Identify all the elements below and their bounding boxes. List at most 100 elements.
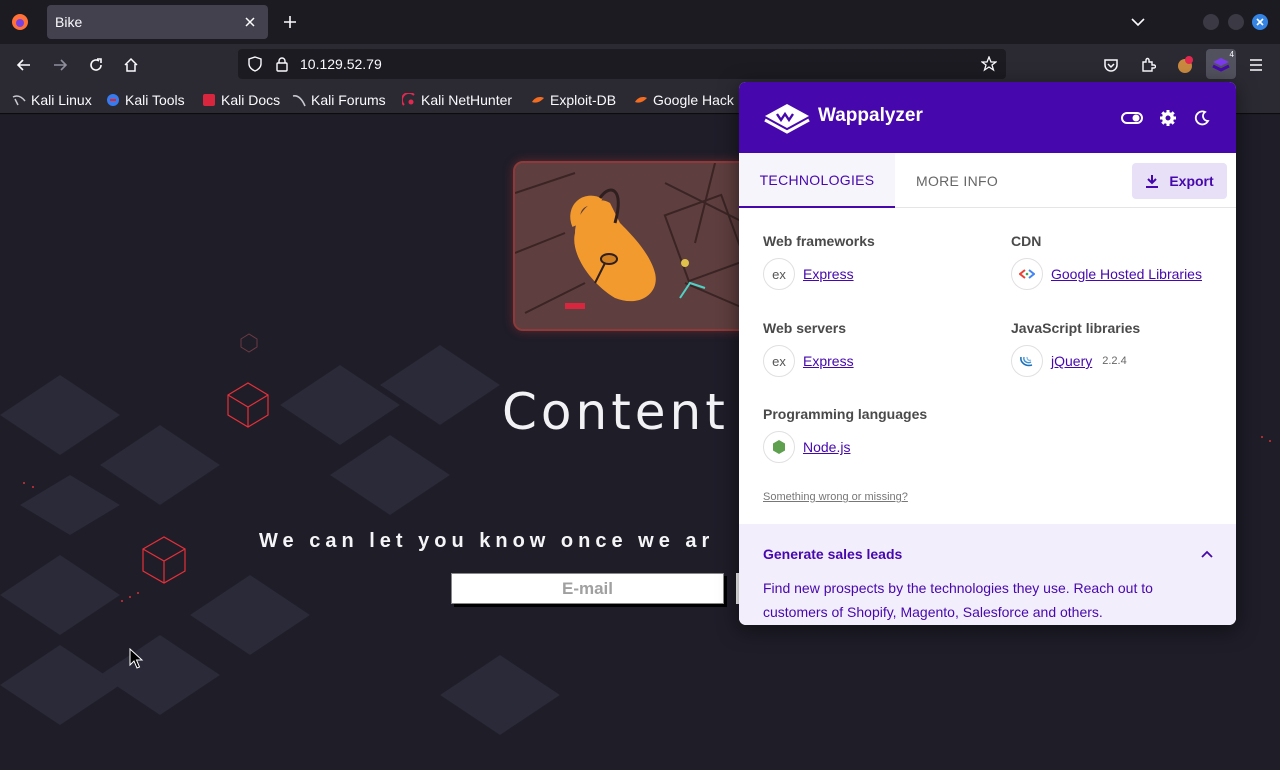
wappalyzer-popup: Wappalyzer TECHNOLOGIES MORE INFO Export…: [739, 82, 1236, 625]
cube-red-small: [240, 333, 258, 353]
export-button[interactable]: Export: [1132, 163, 1227, 199]
extensions-button[interactable]: [1135, 53, 1161, 77]
express-icon: ex: [763, 258, 795, 290]
tab-strip: Bike: [0, 0, 1280, 44]
url-text[interactable]: 10.129.52.79: [300, 56, 382, 72]
bookmark-label: Kali NetHunter: [421, 92, 513, 108]
home-button[interactable]: [118, 53, 144, 77]
tech-name[interactable]: Node.js: [803, 439, 850, 455]
email-input[interactable]: E-mail: [451, 573, 724, 604]
close-tab-icon[interactable]: [240, 12, 260, 32]
wappalyzer-icon: [1212, 58, 1230, 72]
tab-title: Bike: [55, 14, 83, 30]
kali-dragon-icon: [12, 93, 26, 107]
tech-name[interactable]: Express: [803, 266, 854, 282]
kali-forums-icon: [292, 93, 306, 107]
lock-icon[interactable]: [275, 56, 289, 72]
leads-title[interactable]: Generate sales leads: [763, 546, 902, 562]
arrow-left-icon: [16, 59, 30, 71]
dark-mode-moon-icon[interactable]: [1191, 107, 1213, 129]
close-window-button[interactable]: [1252, 14, 1268, 30]
category-programming-languages: Programming languages: [763, 406, 928, 422]
chevron-down-icon: [1131, 18, 1145, 27]
bookmark-exploit-db[interactable]: Exploit-DB: [531, 91, 616, 109]
minimize-window-button[interactable]: [1203, 14, 1219, 30]
wappalyzer-logo-icon: [764, 104, 810, 134]
home-icon: [124, 57, 138, 72]
bookmark-kali-docs[interactable]: Kali Docs: [202, 91, 280, 109]
something-wrong-link[interactable]: Something wrong or missing?: [763, 491, 908, 503]
puzzle-icon: [1142, 57, 1156, 72]
mouse-cursor-icon: [129, 648, 144, 669]
page-heading: Content: [502, 383, 729, 441]
hamburger-menu-icon: [1250, 59, 1262, 71]
cube-red-left: [142, 536, 186, 584]
new-tab-button[interactable]: [278, 10, 302, 34]
list-all-tabs-button[interactable]: [1126, 10, 1150, 34]
tech-name[interactable]: Express: [803, 353, 854, 369]
bookmark-star-icon[interactable]: [981, 56, 997, 72]
wappalyzer-tabs: TECHNOLOGIES MORE INFO Export: [739, 153, 1236, 208]
wappalyzer-extension-button[interactable]: 4: [1206, 49, 1236, 79]
chevron-up-icon[interactable]: [1199, 546, 1215, 562]
reload-button[interactable]: [83, 53, 109, 77]
nethunter-icon: [402, 93, 416, 107]
category-cdn: CDN: [1011, 233, 1042, 249]
tab-technologies[interactable]: TECHNOLOGIES: [739, 153, 895, 208]
category-web-frameworks: Web frameworks: [763, 233, 875, 249]
pocket-button[interactable]: [1098, 53, 1124, 77]
wappalyzer-header: Wappalyzer: [739, 82, 1236, 153]
hero-illustration: [513, 161, 753, 331]
cookie-extension-icon: [1178, 56, 1193, 73]
tech-nodejs[interactable]: Node.js: [763, 431, 850, 463]
bookmark-google-hacking[interactable]: Google Hack: [634, 91, 734, 109]
bookmark-kali-tools[interactable]: Kali Tools: [106, 91, 185, 109]
browser-tab-bike[interactable]: Bike: [47, 5, 268, 39]
arrow-right-icon: [54, 59, 68, 71]
firefox-icon: [12, 14, 28, 30]
back-button[interactable]: [11, 53, 37, 77]
bookmark-kali-linux[interactable]: Kali Linux: [12, 91, 92, 109]
tech-jquery[interactable]: jQuery 2.2.4: [1011, 345, 1127, 377]
app-menu-button[interactable]: [1243, 53, 1269, 77]
download-icon: [1146, 175, 1159, 188]
extension-cookie-button[interactable]: [1172, 53, 1198, 77]
nodejs-icon: [763, 431, 795, 463]
page-subheading: We can let you know once we ar: [259, 530, 715, 552]
maximize-window-button[interactable]: [1228, 14, 1244, 30]
reload-icon: [90, 58, 102, 71]
tech-express-framework[interactable]: ex Express: [763, 258, 854, 290]
address-bar[interactable]: 10.129.52.79: [238, 49, 1006, 79]
category-web-servers: Web servers: [763, 320, 847, 336]
bookmark-kali-nethunter[interactable]: Kali NetHunter: [402, 91, 512, 109]
tech-name[interactable]: jQuery: [1051, 353, 1092, 369]
export-label: Export: [1169, 173, 1214, 189]
bookmark-label: Kali Tools: [125, 92, 185, 108]
tech-google-hosted-libraries[interactable]: Google Hosted Libraries: [1011, 258, 1202, 290]
bookmark-label: Exploit-DB: [550, 92, 617, 108]
bookmark-label: Kali Docs: [221, 92, 281, 108]
extension-badge: 4: [1229, 50, 1234, 59]
wappalyzer-brand: Wappalyzer: [818, 105, 923, 126]
bookmark-label: Google Hack: [653, 92, 734, 108]
jquery-icon: [1011, 345, 1043, 377]
kali-tools-icon: [106, 93, 120, 107]
settings-gear-icon[interactable]: [1157, 107, 1179, 129]
pocket-icon: [1104, 59, 1118, 72]
exploit-db-icon: [531, 93, 545, 107]
kali-docs-icon: [202, 93, 216, 107]
shield-icon[interactable]: [247, 56, 263, 72]
google-hosted-libraries-icon: [1011, 258, 1043, 290]
close-icon: [1256, 18, 1264, 26]
sales-leads-panel: Generate sales leads Find new prospects …: [739, 524, 1236, 625]
bookmark-label: Kali Linux: [31, 92, 92, 108]
bookmark-kali-forums[interactable]: Kali Forums: [292, 91, 386, 109]
category-javascript-libraries: JavaScript libraries: [1011, 320, 1141, 336]
firefox-view-button[interactable]: [0, 0, 40, 44]
toggle-switch-icon[interactable]: [1121, 107, 1143, 129]
tech-express-server[interactable]: ex Express: [763, 345, 854, 377]
tech-version: 2.2.4: [1102, 355, 1127, 367]
forward-button[interactable]: [47, 53, 73, 77]
tech-name[interactable]: Google Hosted Libraries: [1051, 266, 1202, 282]
tab-more-info[interactable]: MORE INFO: [895, 153, 1019, 208]
